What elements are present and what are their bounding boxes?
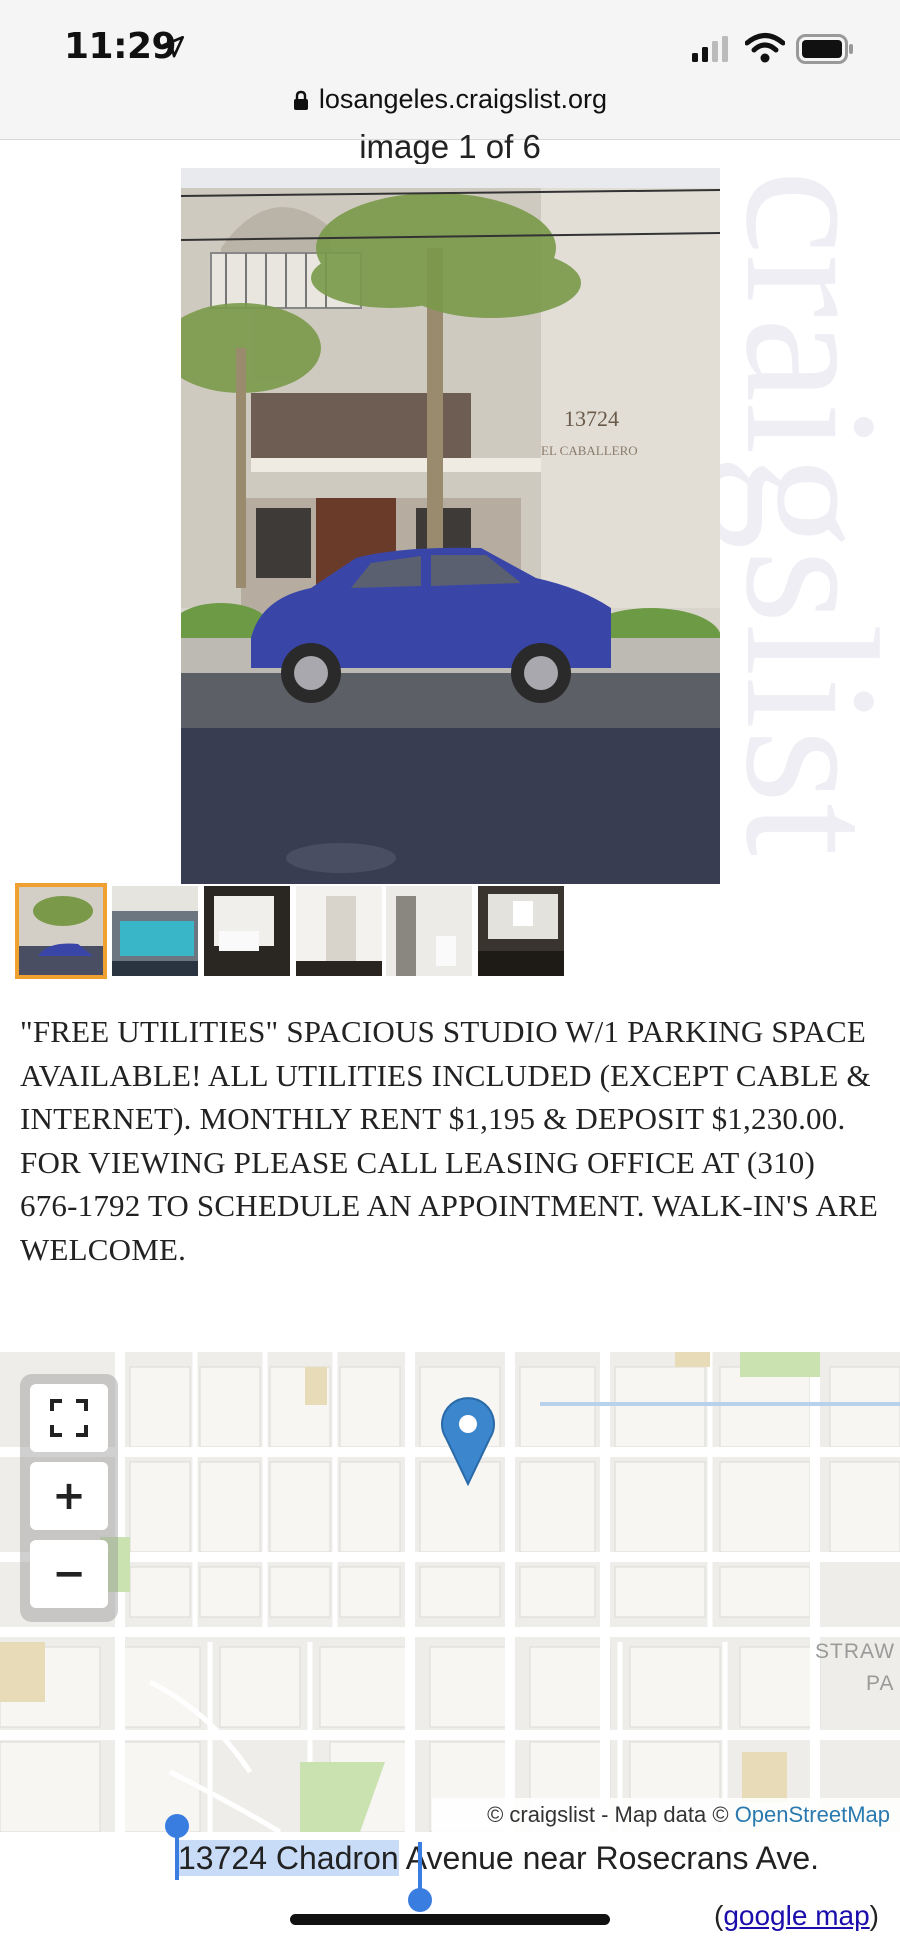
map-street-label-2: PA — [866, 1672, 895, 1695]
openstreetmap-link[interactable]: OpenStreetMap — [735, 1802, 890, 1827]
browser-top-bar: 11:29 losangeles.craigslist.org — [0, 0, 900, 140]
zoom-in-button[interactable]: + — [30, 1462, 108, 1530]
url-bar[interactable]: losangeles.craigslist.org — [0, 84, 900, 115]
thumbnail-5[interactable] — [386, 886, 472, 976]
svg-text:13724: 13724 — [564, 406, 619, 431]
selected-text[interactable]: 13724 Chadron — [178, 1840, 399, 1876]
svg-text:EL CABALLERO: EL CABALLERO — [541, 443, 638, 458]
url-text: losangeles.craigslist.org — [318, 84, 608, 114]
map-street-label: STRAW — [815, 1640, 896, 1663]
photo-room-doorway — [296, 886, 382, 976]
craigslist-watermark: craigslist — [720, 170, 900, 856]
lock-icon — [293, 90, 308, 110]
photo-living-room — [478, 886, 564, 976]
main-photo[interactable]: 13724 EL CABALLERO — [181, 168, 720, 884]
google-map-link-wrapper: (google map) — [714, 1900, 879, 1931]
map-controls: + − — [20, 1374, 118, 1622]
image-counter: image 1 of 6 — [359, 128, 541, 164]
selection-handle-end[interactable] — [408, 1842, 432, 1912]
thumbnail-2[interactable] — [112, 886, 198, 976]
selection-handle-start[interactable] — [165, 1814, 189, 1880]
thumbnail-1[interactable] — [15, 883, 107, 979]
photo-building-exterior — [18, 886, 104, 976]
photo-pool — [112, 886, 198, 976]
photo-apartment-building-blue-car: 13724 EL CABALLERO — [181, 168, 720, 884]
address-rest: Avenue near Rosecrans Ave. — [398, 1840, 820, 1876]
fullscreen-icon — [50, 1399, 88, 1437]
home-indicator[interactable] — [290, 1914, 610, 1925]
google-map-link[interactable]: google map — [723, 1900, 869, 1931]
map-attribution: © craigslist - Map data © OpenStreetMap — [432, 1798, 900, 1832]
map-pin-icon[interactable] — [440, 1396, 496, 1486]
thumbnail-3[interactable] — [204, 886, 290, 976]
wifi-icon — [745, 33, 785, 63]
listing-description: "FREE UTILITIES" SPACIOUS STUDIO W/1 PAR… — [20, 1014, 879, 1267]
photo-bathroom — [386, 886, 472, 976]
zoom-out-button[interactable]: − — [30, 1540, 108, 1608]
listing-address: 13724 Chadron Avenue near Rosecrans Ave. — [178, 1840, 819, 1877]
battery-icon — [796, 34, 853, 64]
fullscreen-button[interactable] — [30, 1384, 108, 1452]
signal-icon — [692, 36, 728, 62]
location-arrow-icon — [161, 35, 185, 58]
photo-kitchen — [204, 886, 290, 976]
thumbnail-4[interactable] — [296, 886, 382, 976]
thumbnail-6[interactable] — [478, 886, 564, 976]
